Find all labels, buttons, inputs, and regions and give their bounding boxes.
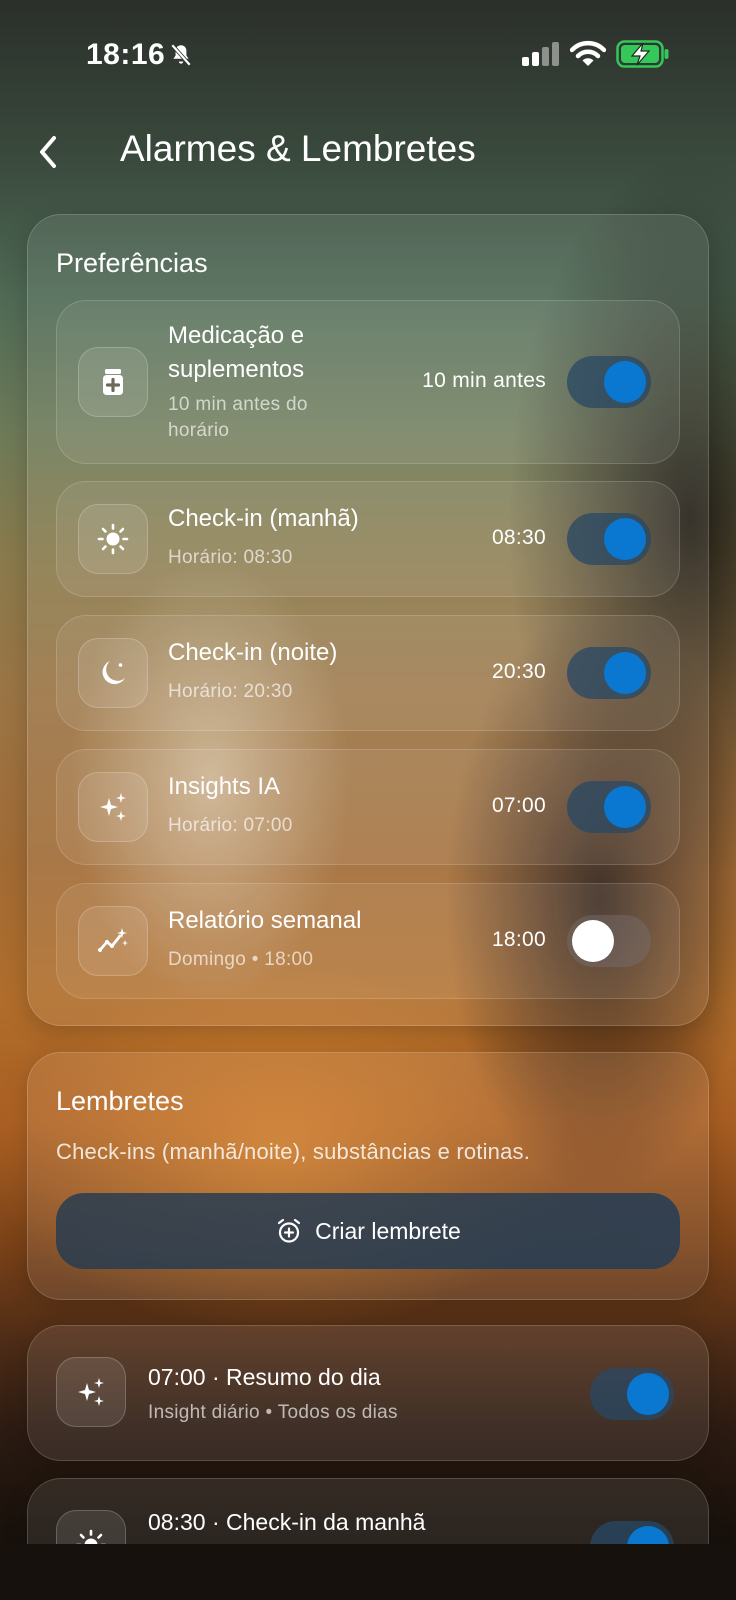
sparkles-icon (56, 1357, 126, 1427)
create-reminder-button[interactable]: Criar lembrete (56, 1193, 680, 1269)
item-subtitle: Domingo • 18:00 (168, 949, 314, 970)
preference-item-checkin-morning[interactable]: Check-in (manhã) Horário: 08:30 08:30 (56, 481, 680, 597)
preference-item-checkin-night[interactable]: Check-in (noite) Horário: 20:30 20:30 (56, 615, 680, 731)
wifi-icon (570, 40, 606, 66)
item-title-line2: suplementos (168, 356, 305, 383)
toggle-knob (604, 361, 646, 403)
alarm-plus-icon (278, 1218, 301, 1243)
preference-item-weekly-report[interactable]: Relatório semanal Domingo • 18:00 18:00 (56, 883, 680, 999)
item-title: Insights IA (168, 773, 281, 800)
item-title-line1: Medicação e (168, 322, 305, 349)
sparkles-icon (78, 772, 148, 842)
section-title-preferences: Preferências (56, 248, 208, 278)
bell-muted-icon (170, 43, 192, 67)
bottom-safe-area (0, 1544, 736, 1600)
reminders-description: Check-ins (manhã/noite), substâncias e r… (56, 1139, 531, 1164)
item-value[interactable]: 20:30 (492, 660, 546, 684)
daily-summary-toggle[interactable] (590, 1368, 674, 1420)
create-reminder-label: Criar lembrete (315, 1217, 461, 1244)
item-value[interactable]: 07:00 (492, 794, 546, 818)
item-title: Relatório semanal (168, 907, 362, 934)
toggle-knob (604, 786, 646, 828)
item-value[interactable]: 10 min antes (422, 369, 546, 393)
medication-icon (78, 347, 148, 417)
preference-item-medication[interactable]: Medicação e suplementos 10 min antes do … (56, 300, 680, 464)
preference-item-insights[interactable]: Insights IA Horário: 07:00 07:00 (56, 749, 680, 865)
checkin-night-toggle[interactable] (567, 647, 651, 699)
item-subtitle: Horário: 20:30 (168, 681, 293, 702)
toggle-knob (572, 920, 614, 962)
item-title: Check-in (noite) (168, 639, 338, 666)
status-time: 18:16 (86, 38, 166, 71)
insights-toggle[interactable] (567, 781, 651, 833)
item-subtitle: Horário: 08:30 (168, 547, 293, 568)
reminder-subtitle: Insight diário • Todos os dias (148, 1402, 398, 1423)
item-title: Check-in (manhã) (168, 505, 359, 532)
medication-toggle[interactable] (567, 356, 651, 408)
item-subtitle: Horário: 07:00 (168, 815, 293, 836)
toggle-knob (604, 518, 646, 560)
weekly-report-toggle[interactable] (567, 915, 651, 967)
item-subtitle-line1: 10 min antes do (168, 394, 308, 415)
toggle-knob (627, 1373, 669, 1415)
reminders-card: Lembretes Check-ins (manhã/noite), subst… (27, 1052, 709, 1300)
toggle-knob (604, 652, 646, 694)
reminder-title: 08:30 · Check-in da manhã (148, 1509, 426, 1535)
status-bar: 18:16 (0, 30, 736, 80)
preferences-card: Preferências Medicação e suplementos 10 … (27, 214, 709, 1026)
chevron-left-icon[interactable] (30, 128, 70, 176)
reminder-item-daily-summary[interactable]: 07:00 · Resumo do dia Insight diário • T… (27, 1325, 709, 1461)
item-subtitle-line2: horário (168, 420, 230, 441)
section-title-reminders: Lembretes (56, 1086, 184, 1116)
reminder-title: 07:00 · Resumo do dia (148, 1364, 381, 1390)
page-title: Alarmes & Lembretes (120, 128, 476, 169)
cellular-signal-icon (522, 42, 559, 66)
trend-chart-icon (78, 906, 148, 976)
battery-charging-icon (616, 40, 669, 68)
item-value[interactable]: 18:00 (492, 928, 546, 952)
moon-icon (78, 638, 148, 708)
checkin-morning-toggle[interactable] (567, 513, 651, 565)
item-value[interactable]: 08:30 (492, 526, 546, 550)
sun-icon (78, 504, 148, 574)
